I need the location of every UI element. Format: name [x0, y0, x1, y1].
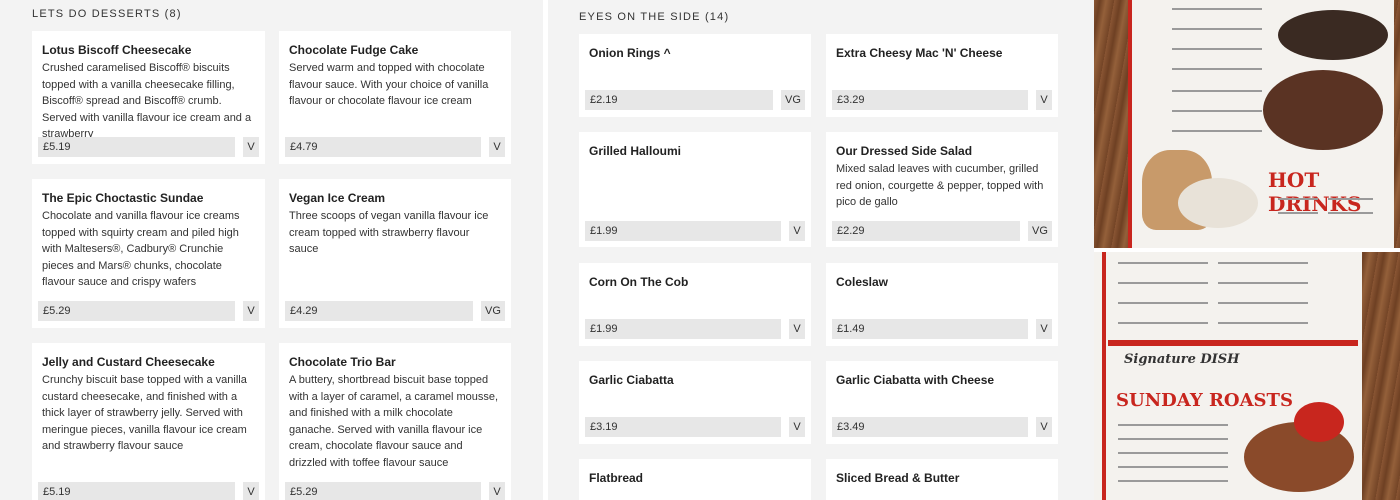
diet-badge: V [1036, 417, 1052, 437]
item-name: Extra Cheesy Mac 'N' Cheese [836, 46, 1003, 60]
menu-item-card[interactable]: Jelly and Custard Cheesecake Crunchy bis… [32, 343, 265, 500]
item-name: Chocolate Fudge Cake [289, 43, 419, 57]
item-price: £3.29 [832, 90, 1028, 110]
item-name: Grilled Halloumi [589, 144, 682, 158]
item-name: Vegan Ice Cream [289, 191, 386, 205]
item-name: Jelly and Custard Cheesecake [42, 355, 215, 369]
sides-section: EYES ON THE SIDE (14) Onion Rings ^ £2.1… [548, 0, 1094, 500]
item-price: £5.29 [38, 301, 235, 321]
photo-heading: HOT DRINKS [1268, 168, 1362, 216]
diet-badge: V [489, 482, 505, 500]
menu-item-card[interactable]: Corn On The Cob £1.99 V [579, 263, 811, 346]
menu-item-card[interactable]: Lotus Biscoff Cheesecake Crushed caramel… [32, 31, 265, 164]
item-description: Crushed caramelised Biscoff® biscuits to… [42, 62, 252, 141]
item-price: £3.49 [832, 417, 1028, 437]
item-price: £5.19 [38, 137, 235, 157]
item-name: Our Dressed Side Salad [836, 144, 973, 158]
item-price: £1.99 [585, 221, 781, 241]
item-price: £5.19 [38, 482, 235, 500]
desserts-section: LETS DO DESSERTS (8) Lotus Biscoff Chees… [0, 0, 543, 500]
section-title: EYES ON THE SIDE (14) [579, 11, 730, 23]
item-description: A buttery, shortbread biscuit base toppe… [289, 374, 499, 469]
item-price: £1.49 [832, 319, 1028, 339]
item-name: Sliced Bread & Butter [836, 471, 960, 485]
dessert-photo [1263, 70, 1383, 150]
menu-item-card[interactable]: Flatbread [579, 459, 811, 500]
item-description: Chocolate and vanilla flavour ice creams… [42, 210, 240, 289]
diet-badge: V [789, 221, 805, 241]
dessert-photo [1278, 10, 1388, 60]
item-price: £3.19 [585, 417, 781, 437]
item-name: Coleslaw [836, 275, 889, 289]
coffee-cup-icon [1178, 178, 1258, 228]
item-price: £2.29 [832, 221, 1020, 241]
menu-item-card[interactable]: Chocolate Trio Bar A buttery, shortbread… [279, 343, 511, 500]
item-description: Mixed salad leaves with cucumber, grille… [836, 163, 1044, 209]
item-name: Chocolate Trio Bar [289, 355, 396, 369]
menu-paper: HOT DRINKS [1128, 0, 1394, 248]
diet-badge: V [489, 137, 505, 157]
menu-item-card[interactable]: Onion Rings ^ £2.19 VG [579, 34, 811, 117]
menu-item-card[interactable]: Garlic Ciabatta £3.19 V [579, 361, 811, 444]
menu-item-card[interactable]: Garlic Ciabatta with Cheese £3.49 V [826, 361, 1058, 444]
diet-badge: V [789, 319, 805, 339]
diet-badge: V [243, 482, 259, 500]
menu-item-card[interactable]: Chocolate Fudge Cake Served warm and top… [279, 31, 511, 164]
item-price: £4.29 [285, 301, 473, 321]
menu-item-card[interactable]: Vegan Ice Cream Three scoops of vegan va… [279, 179, 511, 328]
diet-badge: V [1036, 90, 1052, 110]
item-description: Three scoops of vegan vanilla flavour ic… [289, 210, 489, 256]
menu-item-card[interactable]: Extra Cheesy Mac 'N' Cheese £3.29 V [826, 34, 1058, 117]
item-description: Served warm and topped with chocolate fl… [289, 62, 489, 108]
roast-photo [1294, 402, 1344, 442]
diet-badge: VG [1028, 221, 1052, 241]
item-price: £1.99 [585, 319, 781, 339]
diet-badge: V [789, 417, 805, 437]
menu-item-card[interactable]: Coleslaw £1.49 V [826, 263, 1058, 346]
menu-photo[interactable]: HOT DRINKS [1094, 0, 1400, 248]
item-description: Crunchy biscuit base topped with a vanil… [42, 374, 247, 453]
item-name: Corn On The Cob [589, 275, 689, 289]
diet-badge: VG [481, 301, 505, 321]
item-name: Garlic Ciabatta with Cheese [836, 373, 995, 387]
menu-item-card[interactable]: Sliced Bread & Butter [826, 459, 1058, 500]
menu-item-card[interactable]: Grilled Halloumi £1.99 V [579, 132, 811, 247]
diet-badge: V [243, 301, 259, 321]
menu-item-card[interactable]: Our Dressed Side Salad Mixed salad leave… [826, 132, 1058, 247]
item-name: Lotus Biscoff Cheesecake [42, 43, 192, 57]
menu-photo[interactable]: Signature DISH SUNDAY ROASTS [1094, 252, 1400, 500]
item-name: Flatbread [589, 471, 644, 485]
item-name: The Epic Choctastic Sundae [42, 191, 204, 205]
menu-paper: Signature DISH SUNDAY ROASTS [1094, 252, 1362, 500]
diet-badge: VG [781, 90, 805, 110]
menu-item-card[interactable]: The Epic Choctastic Sundae Chocolate and… [32, 179, 265, 328]
item-name: Onion Rings ^ [589, 46, 671, 60]
section-title: LETS DO DESSERTS (8) [32, 8, 182, 20]
photo-subheading: Signature DISH [1124, 352, 1240, 367]
photo-heading: SUNDAY ROASTS [1116, 390, 1293, 411]
diet-badge: V [1036, 319, 1052, 339]
item-price: £5.29 [285, 482, 481, 500]
item-price: £2.19 [585, 90, 773, 110]
item-name: Garlic Ciabatta [589, 373, 674, 387]
item-price: £4.79 [285, 137, 481, 157]
diet-badge: V [243, 137, 259, 157]
